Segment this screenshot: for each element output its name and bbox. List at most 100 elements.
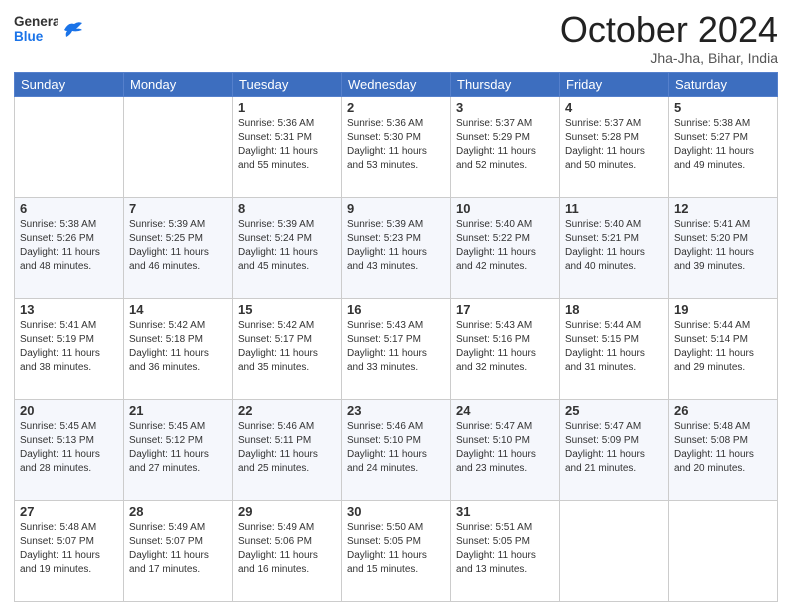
day-number: 7 bbox=[129, 201, 227, 216]
day-info: Sunrise: 5:45 AMSunset: 5:12 PMDaylight:… bbox=[129, 420, 227, 476]
calendar-week-row: 6 Sunrise: 5:38 AMSunset: 5:26 PMDaylight… bbox=[15, 197, 778, 298]
weekday-header-row: Sunday Monday Tuesday Wednesday Thursday… bbox=[15, 72, 778, 96]
day-number: 6 bbox=[20, 201, 118, 216]
header-tuesday: Tuesday bbox=[233, 72, 342, 96]
day-info: Sunrise: 5:46 AMSunset: 5:10 PMDaylight:… bbox=[347, 420, 445, 476]
calendar-day-cell: 20Sunrise: 5:45 AMSunset: 5:13 PMDayligh… bbox=[15, 399, 124, 500]
day-number: 2 bbox=[347, 100, 445, 115]
calendar-day-cell: 12Sunrise: 5:41 AMSunset: 5:20 PMDayligh… bbox=[669, 197, 778, 298]
day-info: Sunrise: 5:39 AMSunset: 5:25 PMDaylight:… bbox=[129, 218, 227, 274]
header: General Blue General Blue Octob bbox=[14, 10, 778, 66]
calendar-table: Sunday Monday Tuesday Wednesday Thursday… bbox=[14, 72, 778, 602]
calendar-day-cell bbox=[15, 96, 124, 197]
day-number: 19 bbox=[674, 302, 772, 317]
month-title: October 2024 bbox=[560, 10, 778, 50]
svg-text:Blue: Blue bbox=[14, 29, 44, 44]
day-info: Sunrise: 5:41 AMSunset: 5:19 PMDaylight:… bbox=[20, 319, 118, 375]
day-info: Sunrise: 5:38 AMSunset: 5:26 PMDaylight:… bbox=[20, 218, 118, 274]
calendar-day-cell: 9Sunrise: 5:39 AMSunset: 5:23 PMDaylight… bbox=[342, 197, 451, 298]
calendar-day-cell: 17 Sunrise: 5:43 AMSunset: 5:16 PMDayligh… bbox=[451, 298, 560, 399]
calendar-day-cell bbox=[560, 500, 669, 601]
day-info: Sunrise: 5:51 AMSunset: 5:05 PMDaylight:… bbox=[456, 521, 554, 577]
day-info: Sunrise: 5:37 AMSunset: 5:29 PMDaylight:… bbox=[456, 117, 554, 173]
day-number: 31 bbox=[456, 504, 554, 519]
day-info: Sunrise: 5:46 AMSunset: 5:11 PMDaylight:… bbox=[238, 420, 336, 476]
day-info: Sunrise: 5:38 AMSunset: 5:27 PMDaylight:… bbox=[674, 117, 772, 173]
day-number: 17 bbox=[456, 302, 554, 317]
day-number: 14 bbox=[129, 302, 227, 317]
calendar-day-cell: 22Sunrise: 5:46 AMSunset: 5:11 PMDayligh… bbox=[233, 399, 342, 500]
calendar-day-cell: 1Sunrise: 5:36 AMSunset: 5:31 PMDaylight… bbox=[233, 96, 342, 197]
calendar-day-cell: 15 Sunrise: 5:42 AMSunset: 5:17 PMDayligh… bbox=[233, 298, 342, 399]
day-info: Sunrise: 5:40 AMSunset: 5:21 PMDaylight:… bbox=[565, 218, 663, 274]
calendar-day-cell: 24 Sunrise: 5:47 AMSunset: 5:10 PMDayligh… bbox=[451, 399, 560, 500]
calendar-day-cell: 5Sunrise: 5:38 AMSunset: 5:27 PMDaylight… bbox=[669, 96, 778, 197]
day-info: Sunrise: 5:40 AMSunset: 5:22 PMDaylight:… bbox=[456, 218, 554, 274]
day-number: 23 bbox=[347, 403, 445, 418]
day-number: 27 bbox=[20, 504, 118, 519]
calendar-day-cell: 31 Sunrise: 5:51 AMSunset: 5:05 PMDayligh… bbox=[451, 500, 560, 601]
logo-bird-svg bbox=[62, 21, 84, 44]
calendar-day-cell: 10 Sunrise: 5:40 AMSunset: 5:22 PMDayligh… bbox=[451, 197, 560, 298]
calendar-day-cell: 26 Sunrise: 5:48 AMSunset: 5:08 PMDayligh… bbox=[669, 399, 778, 500]
calendar-day-cell: 16 Sunrise: 5:43 AMSunset: 5:17 PMDayligh… bbox=[342, 298, 451, 399]
calendar-week-row: 27Sunrise: 5:48 AMSunset: 5:07 PMDayligh… bbox=[15, 500, 778, 601]
day-number: 11 bbox=[565, 201, 663, 216]
day-number: 29 bbox=[238, 504, 336, 519]
calendar-day-cell: 13 Sunrise: 5:41 AMSunset: 5:19 PMDayligh… bbox=[15, 298, 124, 399]
day-info: Sunrise: 5:49 AMSunset: 5:06 PMDaylight:… bbox=[238, 521, 336, 577]
header-monday: Monday bbox=[124, 72, 233, 96]
calendar-day-cell: 18 Sunrise: 5:44 AMSunset: 5:15 PMDayligh… bbox=[560, 298, 669, 399]
calendar-day-cell: 27Sunrise: 5:48 AMSunset: 5:07 PMDayligh… bbox=[15, 500, 124, 601]
day-number: 18 bbox=[565, 302, 663, 317]
day-number: 13 bbox=[20, 302, 118, 317]
day-number: 12 bbox=[674, 201, 772, 216]
day-info: Sunrise: 5:47 AMSunset: 5:09 PMDaylight:… bbox=[565, 420, 663, 476]
day-number: 1 bbox=[238, 100, 336, 115]
day-info: Sunrise: 5:39 AMSunset: 5:24 PMDaylight:… bbox=[238, 218, 336, 274]
calendar-day-cell: 21 Sunrise: 5:45 AMSunset: 5:12 PMDayligh… bbox=[124, 399, 233, 500]
day-number: 28 bbox=[129, 504, 227, 519]
page: General Blue General Blue Octob bbox=[0, 0, 792, 612]
svg-text:General: General bbox=[14, 14, 58, 29]
day-info: Sunrise: 5:43 AMSunset: 5:16 PMDaylight:… bbox=[456, 319, 554, 375]
day-number: 4 bbox=[565, 100, 663, 115]
calendar-day-cell: 4Sunrise: 5:37 AMSunset: 5:28 PMDaylight… bbox=[560, 96, 669, 197]
calendar-day-cell: 7 Sunrise: 5:39 AMSunset: 5:25 PMDaylight… bbox=[124, 197, 233, 298]
title-block: October 2024 Jha-Jha, Bihar, India bbox=[560, 10, 778, 66]
calendar-day-cell: 25 Sunrise: 5:47 AMSunset: 5:09 PMDayligh… bbox=[560, 399, 669, 500]
day-number: 24 bbox=[456, 403, 554, 418]
day-info: Sunrise: 5:39 AMSunset: 5:23 PMDaylight:… bbox=[347, 218, 445, 274]
day-info: Sunrise: 5:43 AMSunset: 5:17 PMDaylight:… bbox=[347, 319, 445, 375]
header-thursday: Thursday bbox=[451, 72, 560, 96]
day-info: Sunrise: 5:50 AMSunset: 5:05 PMDaylight:… bbox=[347, 521, 445, 577]
calendar-day-cell: 23 Sunrise: 5:46 AMSunset: 5:10 PMDayligh… bbox=[342, 399, 451, 500]
day-number: 15 bbox=[238, 302, 336, 317]
day-info: Sunrise: 5:47 AMSunset: 5:10 PMDaylight:… bbox=[456, 420, 554, 476]
day-info: Sunrise: 5:48 AMSunset: 5:08 PMDaylight:… bbox=[674, 420, 772, 476]
calendar-week-row: 1Sunrise: 5:36 AMSunset: 5:31 PMDaylight… bbox=[15, 96, 778, 197]
day-number: 10 bbox=[456, 201, 554, 216]
calendar-day-cell: 19 Sunrise: 5:44 AMSunset: 5:14 PMDayligh… bbox=[669, 298, 778, 399]
calendar-day-cell: 30Sunrise: 5:50 AMSunset: 5:05 PMDayligh… bbox=[342, 500, 451, 601]
calendar-day-cell bbox=[124, 96, 233, 197]
day-info: Sunrise: 5:49 AMSunset: 5:07 PMDaylight:… bbox=[129, 521, 227, 577]
day-info: Sunrise: 5:44 AMSunset: 5:14 PMDaylight:… bbox=[674, 319, 772, 375]
day-info: Sunrise: 5:42 AMSunset: 5:17 PMDaylight:… bbox=[238, 319, 336, 375]
header-friday: Friday bbox=[560, 72, 669, 96]
calendar-day-cell: 14Sunrise: 5:42 AMSunset: 5:18 PMDayligh… bbox=[124, 298, 233, 399]
day-number: 16 bbox=[347, 302, 445, 317]
calendar-week-row: 13 Sunrise: 5:41 AMSunset: 5:19 PMDayligh… bbox=[15, 298, 778, 399]
day-number: 21 bbox=[129, 403, 227, 418]
day-number: 25 bbox=[565, 403, 663, 418]
header-sunday: Sunday bbox=[15, 72, 124, 96]
calendar-day-cell: 6 Sunrise: 5:38 AMSunset: 5:26 PMDaylight… bbox=[15, 197, 124, 298]
day-number: 26 bbox=[674, 403, 772, 418]
location: Jha-Jha, Bihar, India bbox=[560, 50, 778, 66]
calendar-day-cell: 28 Sunrise: 5:49 AMSunset: 5:07 PMDayligh… bbox=[124, 500, 233, 601]
logo-block: General Blue bbox=[14, 10, 84, 55]
day-info: Sunrise: 5:44 AMSunset: 5:15 PMDaylight:… bbox=[565, 319, 663, 375]
calendar-day-cell: 3Sunrise: 5:37 AMSunset: 5:29 PMDaylight… bbox=[451, 96, 560, 197]
calendar-day-cell: 29 Sunrise: 5:49 AMSunset: 5:06 PMDayligh… bbox=[233, 500, 342, 601]
day-number: 8 bbox=[238, 201, 336, 216]
